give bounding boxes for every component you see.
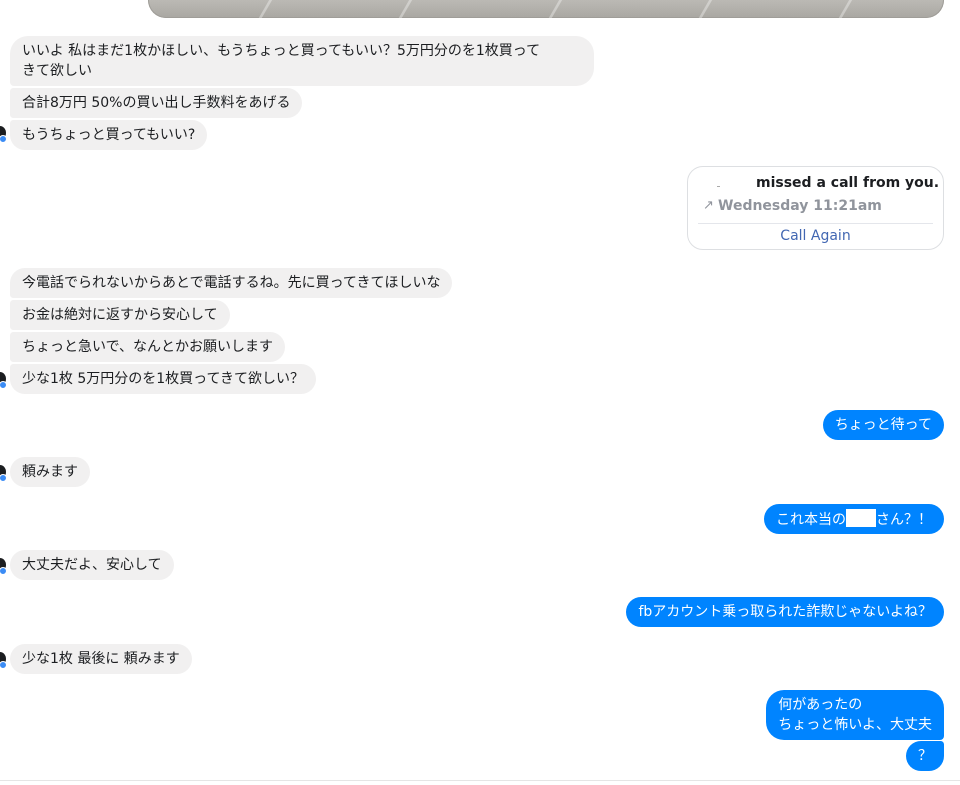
outgoing-message: ちょっと待って <box>822 410 944 440</box>
missed-call-card: missed a call from you. ↗ Wednesday 11:2… <box>687 166 944 250</box>
incoming-message: もうちょっと買ってもいい? <box>10 120 208 150</box>
incoming-message: 大丈夫だよ、安心して <box>10 550 174 580</box>
incoming-message: 頼みます <box>10 457 90 487</box>
outgoing-call-arrow-icon: ↗ <box>703 198 714 213</box>
missed-call-title: missed a call from you. <box>756 175 940 191</box>
incoming-message: 少な1枚 5万円分のを1枚買ってきて欲しい？ <box>10 364 317 394</box>
message-text: さん？！ <box>876 512 932 528</box>
incoming-message: お金は絶対に返すから安心して <box>10 300 230 330</box>
incoming-message: 少な1枚 最後に 頼みます <box>10 644 192 674</box>
divider <box>0 780 960 781</box>
call-again-button[interactable]: Call Again <box>688 228 943 244</box>
outgoing-message: 何があったの ちょっと怖いよ、大丈夫 <box>766 690 944 740</box>
outgoing-message: これ本当の さん？！ <box>764 504 944 534</box>
contact-avatar[interactable] <box>0 652 7 669</box>
incoming-message: いいよ 私はまだ1枚かほしい、もうちょっと買ってもいい？5万円分のを1枚買って … <box>10 36 594 86</box>
incoming-message: 合計8万円 50%の買い出し手数料をあげる <box>10 88 303 118</box>
outgoing-message: fbアカウント乗っ取られた詐欺じゃないよね？ <box>626 597 944 627</box>
redacted-name <box>846 509 876 527</box>
call-timestamp: Wednesday 11:21am <box>718 198 882 214</box>
divider <box>698 223 933 224</box>
contact-avatar[interactable] <box>0 372 7 389</box>
contact-avatar[interactable] <box>0 558 7 575</box>
outgoing-message: ？ <box>906 741 944 771</box>
message-text: これ本当の <box>776 512 846 528</box>
incoming-message: ちょっと急いで、なんとかお願いします <box>10 332 286 362</box>
contact-avatar[interactable] <box>0 126 7 143</box>
shared-photo[interactable] <box>148 0 944 18</box>
call-icon <box>717 186 720 187</box>
contact-avatar[interactable] <box>0 465 7 482</box>
incoming-message: 今電話でられないからあとで電話するね。先に買ってきてほしいな <box>10 268 453 298</box>
